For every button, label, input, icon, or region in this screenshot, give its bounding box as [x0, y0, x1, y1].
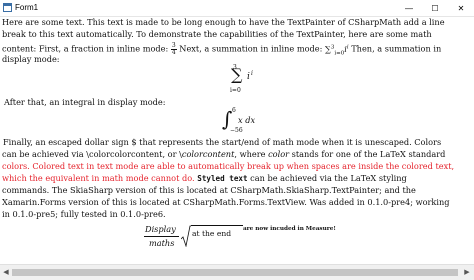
- paragraph-1-line-2: break to this text automatically. To dem…: [2, 29, 432, 39]
- styled-text-run: Styled text: [197, 174, 248, 183]
- scroll-right-icon[interactable]: ▶: [462, 267, 472, 277]
- scrollbar-thumb[interactable]: [12, 269, 458, 276]
- text-run: stands for one of the LaTeX standard: [289, 149, 446, 159]
- paragraph-3-line-2: can be achieved via \colorcolorcontent, …: [2, 149, 445, 161]
- close-icon: ✕: [457, 3, 465, 13]
- minimize-icon: —: [405, 3, 413, 13]
- paragraph-3-line-4: which the equivalent in math mode cannot…: [2, 173, 407, 185]
- scroll-left-icon[interactable]: ◀: [1, 267, 11, 277]
- paragraph-2: After that, an integral in display mode:: [4, 97, 166, 107]
- red-text-run: which the equivalent in math mode cannot…: [2, 173, 195, 183]
- display-sum-body: i: [247, 72, 250, 82]
- text-run: color: [268, 149, 290, 159]
- paragraph-3-line-5: commands. The SkiaSharp version of this …: [2, 185, 416, 195]
- minimize-button[interactable]: —: [396, 0, 422, 16]
- text-run: Then, a summation in: [348, 43, 442, 54]
- maximize-button[interactable]: ☐: [422, 0, 448, 16]
- sum-lower-limit: i=0: [334, 50, 345, 57]
- display-sum-lower: i=0: [230, 87, 241, 94]
- final-fraction-bar: [144, 236, 179, 237]
- integral-body: x dx: [238, 115, 256, 125]
- paragraph-1-line-4: display mode:: [2, 54, 60, 64]
- text-run: can be achieved via the LaTeX styling: [247, 173, 407, 183]
- text-run: colorcontent: [181, 149, 235, 159]
- paragraph-1-line-1: Here are some text. This text is made to…: [2, 17, 445, 27]
- paragraph-3-red-line-1: colors. Colored text in text mode are ab…: [2, 161, 455, 171]
- final-tail-text: are now incuded in Measure!: [243, 226, 336, 232]
- text-run: content: First, a fraction in inline mod…: [2, 43, 171, 54]
- horizontal-scrollbar[interactable]: ◀ ▶: [0, 264, 474, 280]
- title-bar: Form1 — ☐ ✕: [0, 0, 474, 17]
- paragraph-3-line-6: Xamarin.Forms version of this is located…: [2, 197, 450, 207]
- close-button[interactable]: ✕: [448, 0, 474, 16]
- text-run: Next, a summation in inline mode:: [176, 43, 325, 54]
- text-run: , where: [234, 149, 269, 159]
- sqrt-overline: [191, 225, 243, 226]
- integral-upper: 6: [232, 107, 236, 114]
- final-fraction-numerator: Display: [145, 224, 176, 234]
- sqrt-content: at the end: [192, 229, 232, 238]
- text-run: can be achieved via \colorcolorcontent, …: [2, 149, 182, 159]
- window-title: Form1: [15, 3, 39, 12]
- paragraph-3-line-7: in 0.1.0-pre5; fully tested in 0.1.0-pre…: [2, 209, 166, 219]
- final-fraction-denominator: maths: [149, 238, 175, 248]
- paragraph-3-line-1: Finally, an escaped dollar sign $ that r…: [3, 137, 442, 147]
- inline-summation: ∑3i=0ii: [324, 43, 349, 57]
- paragraph-1-line-3: content: First, a fraction in inline mod…: [2, 42, 441, 60]
- text-view: Here are some text. This text is made to…: [0, 17, 474, 279]
- app-icon: [3, 3, 12, 12]
- display-sum-exponent: i: [251, 70, 253, 77]
- maximize-icon: ☐: [431, 3, 439, 13]
- display-sum-sign: ∑: [231, 65, 243, 84]
- sqrt-sign: [181, 225, 191, 247]
